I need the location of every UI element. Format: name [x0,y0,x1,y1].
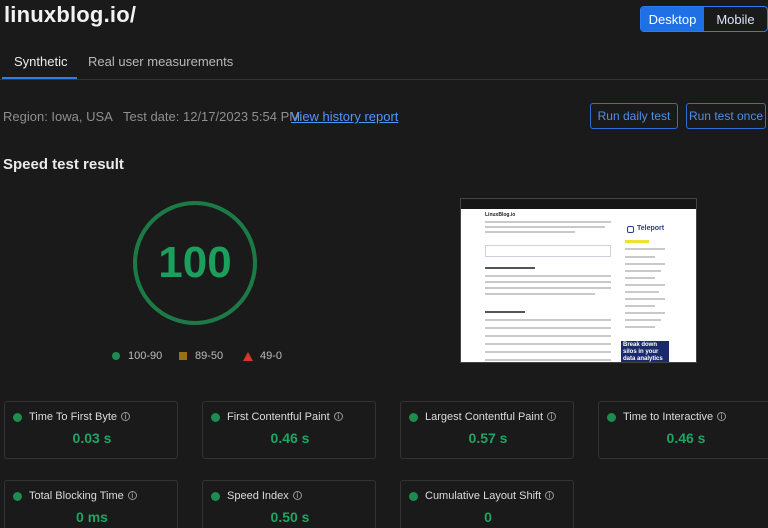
status-dot-icon [211,492,220,501]
info-icon[interactable]: i [121,412,131,421]
metric-label: Time to Interactive [623,411,714,423]
green-circle-icon [112,352,120,360]
metric-label: First Contentful Paint [227,411,330,423]
device-toggle: Desktop Mobile [640,6,768,32]
red-triangle-icon [243,351,253,361]
view-history-report-link[interactable]: View history report [291,109,398,124]
legend-average-label: 89-50 [195,350,224,362]
run-daily-test-button[interactable]: Run daily test [590,103,678,129]
legend-poor-label: 49-0 [260,350,283,362]
metric-label: Time To First Byte [29,411,118,423]
metric-card-tti: Time to Interactive i 0.46 s [598,401,768,459]
site-title: linuxblog.io/ [4,2,137,27]
status-dot-icon [211,413,220,422]
thumbnail-ad-text: Break down silos in your data analytics … [623,342,663,362]
status-dot-icon [13,413,22,422]
speed-test-result-heading: Speed test result [3,156,124,173]
metric-card-fcp: First Contentful Paint i 0.46 s [202,401,376,459]
legend-good-label: 100-90 [128,350,163,362]
info-icon[interactable]: i [545,491,555,500]
info-icon[interactable]: i [547,412,557,421]
region-text: Region: Iowa, USA [3,109,113,124]
metric-value: 0.50 s [270,509,310,525]
amber-square-icon [179,352,187,360]
metric-card-ttfb: Time To First Byte i 0.03 s [4,401,178,459]
desktop-toggle-button[interactable]: Desktop [641,7,704,31]
metric-value: 0.57 s [468,430,508,446]
info-icon[interactable]: i [127,491,137,500]
legend-average: 89-50 [179,350,223,362]
tab-synthetic[interactable]: Synthetic [14,54,67,69]
metric-value: 0 ms [76,509,108,525]
metric-value: 0.03 s [72,430,112,446]
metric-card-speed-index: Speed Index i 0.50 s [202,480,376,528]
run-test-once-button[interactable]: Run test once [686,103,766,129]
metric-card-cls: Cumulative Layout Shift i 0 [400,480,574,528]
metric-label: Cumulative Layout Shift [425,490,542,502]
metric-label: Largest Contentful Paint [425,411,544,423]
page-screenshot-thumbnail: LinuxBlog.io Teleport Break down silos i… [460,198,697,363]
status-dot-icon [409,492,418,501]
tab-real-user-measurements[interactable]: Real user measurements [88,54,233,69]
metric-label: Total Blocking Time [29,490,124,502]
metric-value: 0.46 s [270,430,310,446]
metric-card-tbt: Total Blocking Time i 0 ms [4,480,178,528]
mobile-toggle-button[interactable]: Mobile [704,7,767,31]
status-dot-icon [13,492,22,501]
metric-card-lcp: Largest Contentful Paint i 0.57 s [400,401,574,459]
thumbnail-sidebar-brand: Teleport [637,225,665,232]
status-dot-icon [607,413,616,422]
status-dot-icon [409,413,418,422]
legend-poor: 49-0 [243,350,282,362]
metric-value: 0.46 s [666,430,706,446]
info-icon[interactable]: i [292,491,302,500]
active-tab-indicator [2,77,77,79]
performance-score: 100 [158,238,232,287]
info-icon[interactable]: i [717,412,727,421]
info-icon[interactable]: i [333,412,343,421]
metric-value: 0 [484,509,492,525]
metric-label: Speed Index [227,490,289,502]
legend-good: 100-90 [112,350,162,362]
thumbnail-site-title: LinuxBlog.io [485,212,516,218]
tab-bar: Synthetic Real user measurements [0,44,768,80]
test-date-text: Test date: 12/17/2023 5:54 PM [123,109,301,124]
